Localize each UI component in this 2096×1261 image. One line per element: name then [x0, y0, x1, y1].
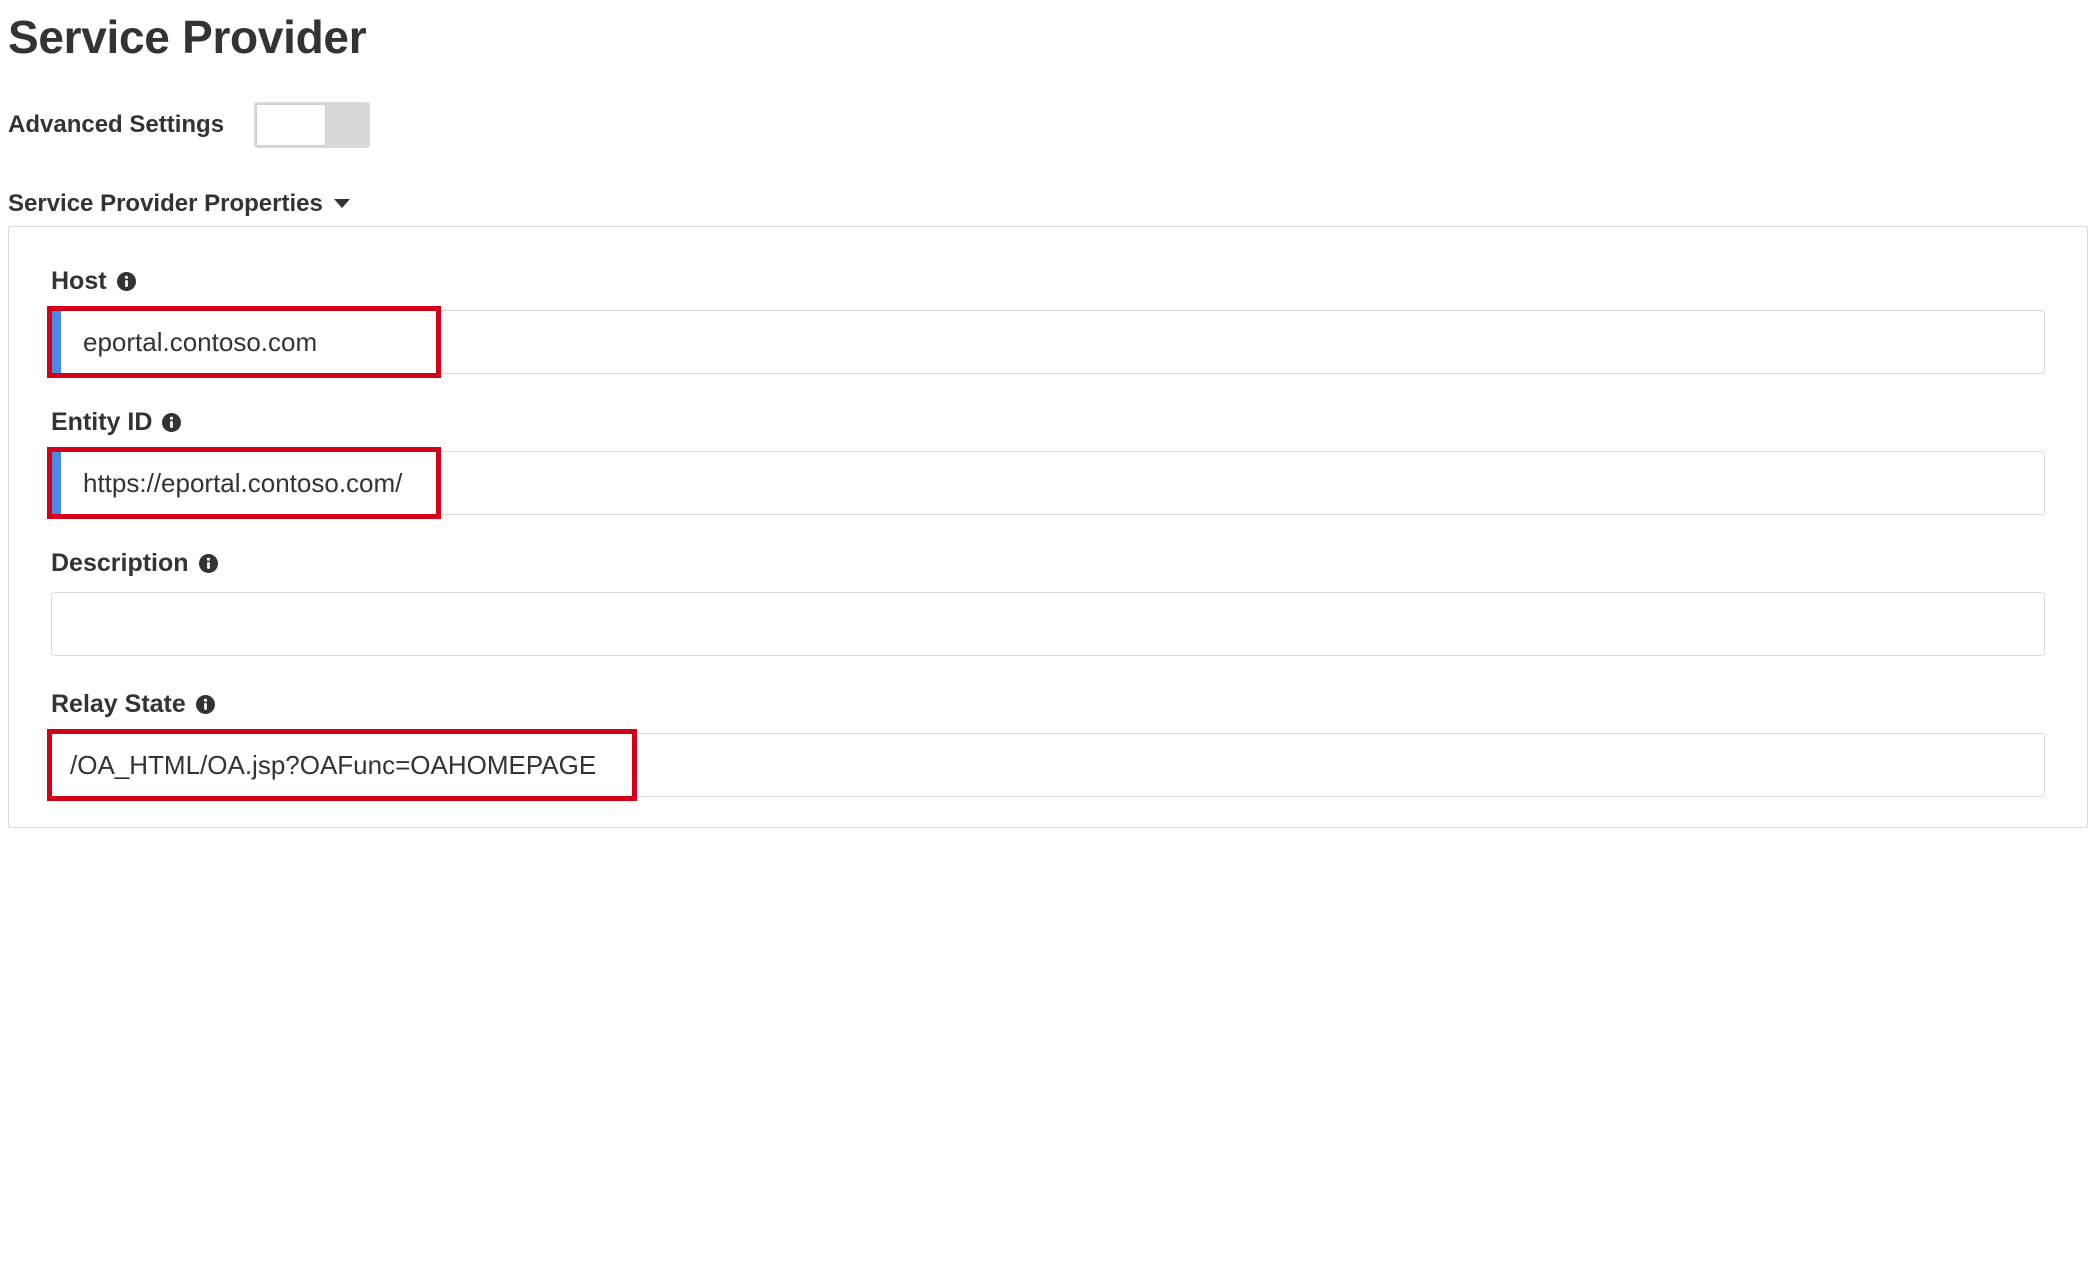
- page-title: Service Provider: [8, 10, 2088, 64]
- section-header[interactable]: Service Provider Properties: [8, 190, 2088, 218]
- section-header-text: Service Provider Properties: [8, 190, 323, 218]
- entity-id-field-group: Entity ID: [51, 408, 2045, 515]
- entity-id-input[interactable]: [51, 451, 2045, 515]
- host-input[interactable]: [51, 310, 2045, 374]
- description-input-wrap: [51, 592, 2045, 656]
- relay-state-label: Relay State: [51, 690, 186, 719]
- properties-panel: Host Entity ID Description: [8, 226, 2088, 828]
- caret-down-icon: [333, 198, 351, 210]
- host-input-wrap: [51, 310, 2045, 374]
- relay-state-field-group: Relay State: [51, 690, 2045, 797]
- info-icon[interactable]: [162, 413, 181, 432]
- info-icon[interactable]: [117, 272, 136, 291]
- toggle-knob: [256, 104, 326, 146]
- host-field-group: Host: [51, 267, 2045, 374]
- description-label: Description: [51, 549, 189, 578]
- relay-state-input-wrap: [51, 733, 2045, 797]
- description-input[interactable]: [51, 592, 2045, 656]
- advanced-settings-row: Advanced Settings: [8, 102, 2088, 148]
- entity-id-label: Entity ID: [51, 408, 152, 437]
- advanced-settings-toggle[interactable]: [254, 102, 370, 148]
- info-icon[interactable]: [199, 554, 218, 573]
- host-label: Host: [51, 267, 107, 296]
- description-field-group: Description: [51, 549, 2045, 656]
- relay-state-input[interactable]: [51, 733, 2045, 797]
- info-icon[interactable]: [196, 695, 215, 714]
- advanced-settings-label: Advanced Settings: [8, 111, 224, 139]
- entity-id-input-wrap: [51, 451, 2045, 515]
